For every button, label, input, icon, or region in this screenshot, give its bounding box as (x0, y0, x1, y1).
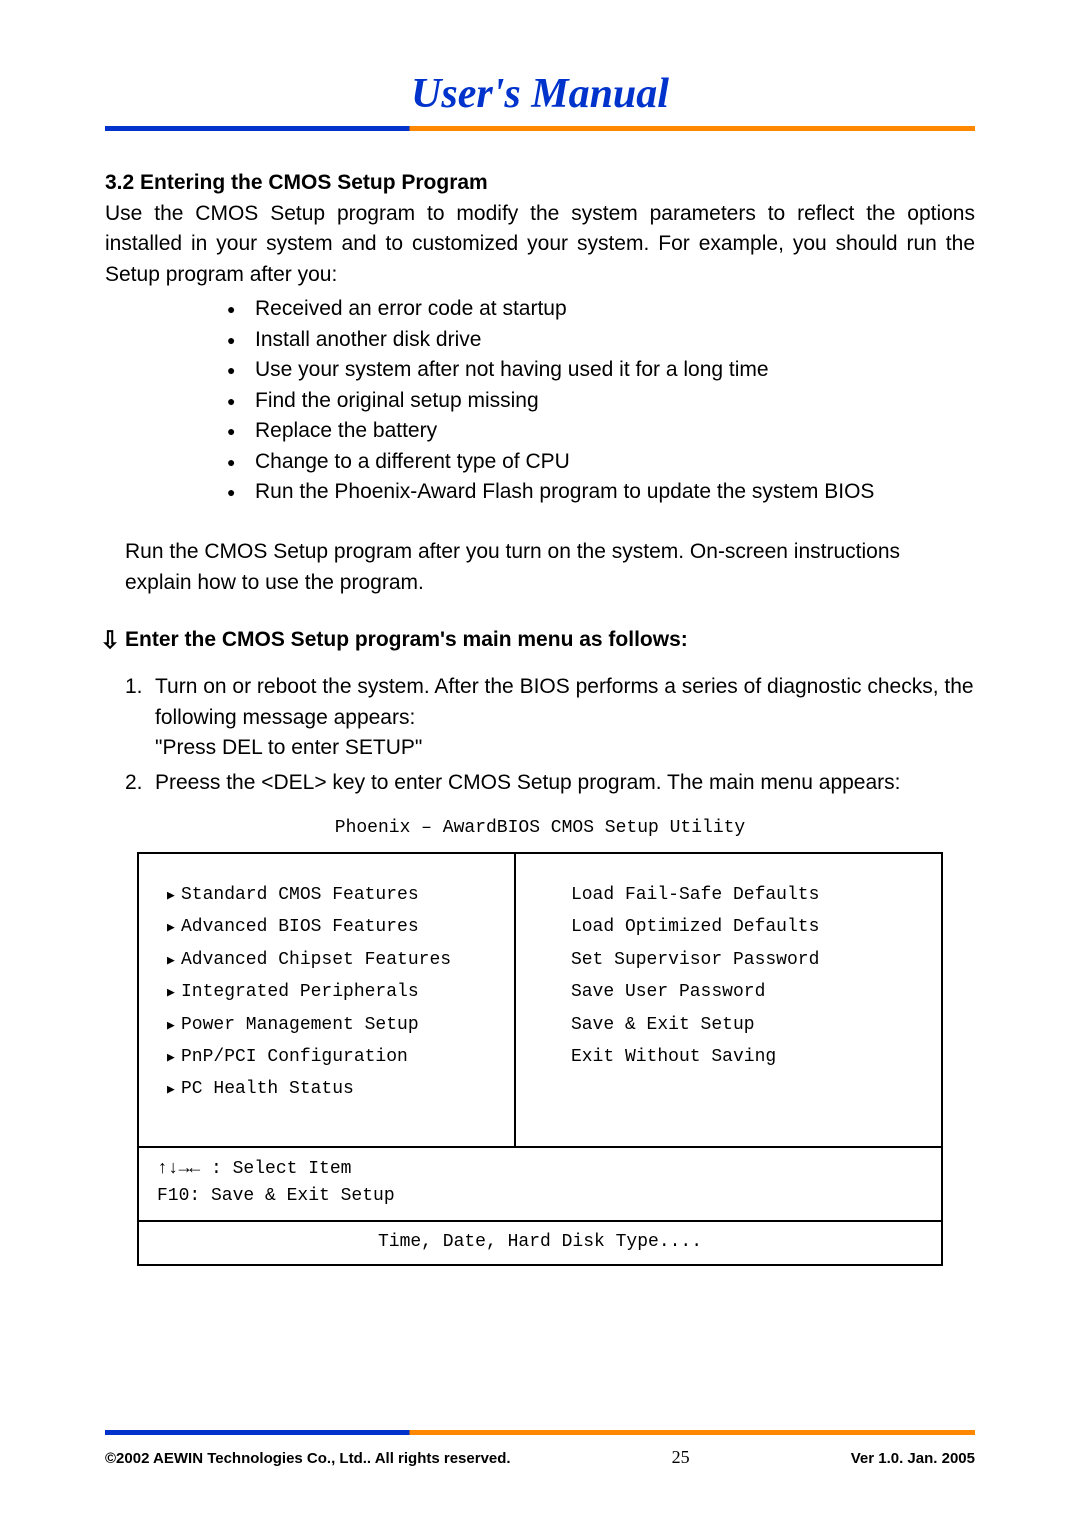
list-item: 1. Turn on or reboot the system. After t… (125, 672, 975, 763)
list-item: Find the original setup missing (255, 386, 975, 416)
bios-menu-label: Power Management Setup (181, 1015, 419, 1035)
page-footer: ©2002 AEWIN Technologies Co., Ltd.. All … (105, 1430, 975, 1468)
down-arrow-icon: ⇩ (100, 626, 120, 655)
bios-menu-item: Load Fail-Safe Defaults (571, 879, 921, 911)
list-item: Run the Phoenix-Award Flash program to u… (255, 477, 975, 507)
bios-menu-item: ▶Power Management Setup (167, 1009, 494, 1041)
run-paragraph: Run the CMOS Setup program after you tur… (105, 537, 975, 598)
bios-menu-label: Standard CMOS Features (181, 885, 419, 905)
bios-menu-left-column: ▶Standard CMOS Features ▶Advanced BIOS F… (139, 854, 516, 1146)
bios-menu-item: ▶PC Health Status (167, 1073, 494, 1105)
bios-menu-label: Advanced Chipset Features (181, 950, 451, 970)
intro-paragraph: Use the CMOS Setup program to modify the… (105, 199, 975, 290)
bios-menu-item: Save & Exit Setup (571, 1009, 921, 1041)
sub-heading: ⇩ Enter the CMOS Setup program's main me… (105, 628, 975, 652)
footer-copyright: ©2002 AEWIN Technologies Co., Ltd.. All … (105, 1450, 511, 1467)
run-paragraph-line1: Run the CMOS Setup program after you tur… (125, 540, 900, 563)
list-item: Received an error code at startup (255, 294, 975, 324)
list-item: Install another disk drive (255, 325, 975, 355)
sub-heading-text: Enter the CMOS Setup program's main menu… (125, 628, 688, 651)
bios-help-line: ↑↓→← : Select Item (157, 1156, 923, 1183)
triangle-right-icon: ▶ (167, 1014, 181, 1037)
triangle-right-icon: ▶ (167, 949, 181, 972)
footer-version: Ver 1.0. Jan. 2005 (851, 1450, 975, 1467)
step-quote: "Press DEL to enter SETUP" (155, 733, 975, 763)
list-item: Change to a different type of CPU (255, 447, 975, 477)
bios-menu-item: Set Supervisor Password (571, 944, 921, 976)
footer-rule (105, 1430, 975, 1435)
bios-description-bar: Time, Date, Hard Disk Type.... (139, 1222, 941, 1264)
triangle-right-icon: ▶ (167, 981, 181, 1004)
bios-menu-item: Load Optimized Defaults (571, 911, 921, 943)
bios-menu-item: Exit Without Saving (571, 1041, 921, 1073)
triangle-right-icon: ▶ (167, 884, 181, 907)
numbered-list: 1. Turn on or reboot the system. After t… (105, 672, 975, 798)
bios-menu-item: ▶Standard CMOS Features (167, 879, 494, 911)
bios-menu-label: PnP/PCI Configuration (181, 1047, 408, 1067)
title-rule (105, 126, 975, 131)
bios-menu-right-column: Load Fail-Safe Defaults Load Optimized D… (516, 854, 941, 1146)
bios-menu-item: ▶PnP/PCI Configuration (167, 1041, 494, 1073)
bios-menu-item: Save User Password (571, 976, 921, 1008)
triangle-right-icon: ▶ (167, 1078, 181, 1101)
bios-menu-top: ▶Standard CMOS Features ▶Advanced BIOS F… (139, 854, 941, 1148)
bios-menu-label: Integrated Peripherals (181, 982, 419, 1002)
bios-menu-label: PC Health Status (181, 1079, 354, 1099)
bios-help-bar: ↑↓→← : Select Item F10: Save & Exit Setu… (139, 1148, 941, 1222)
step-text: Turn on or reboot the system. After the … (155, 675, 974, 728)
list-item: Replace the battery (255, 416, 975, 446)
page-number: 25 (672, 1447, 690, 1468)
step-number: 1. (125, 672, 143, 702)
run-paragraph-line2: explain how to use the program. (125, 571, 424, 594)
bios-menu-box: ▶Standard CMOS Features ▶Advanced BIOS F… (137, 852, 943, 1266)
step-number: 2. (125, 768, 143, 798)
bullet-list: Received an error code at startup Instal… (105, 294, 975, 507)
step-text: Preess the <DEL> key to enter CMOS Setup… (155, 771, 901, 794)
list-item: 2. Preess the <DEL> key to enter CMOS Se… (125, 768, 975, 798)
bios-menu-item: ▶Integrated Peripherals (167, 976, 494, 1008)
triangle-right-icon: ▶ (167, 1046, 181, 1069)
bios-title: Phoenix – AwardBIOS CMOS Setup Utility (105, 818, 975, 838)
section-heading: 3.2 Entering the CMOS Setup Program (105, 171, 975, 195)
bios-menu-item: ▶Advanced BIOS Features (167, 911, 494, 943)
bios-menu-label: Advanced BIOS Features (181, 917, 419, 937)
list-item: Use your system after not having used it… (255, 355, 975, 385)
triangle-right-icon: ▶ (167, 916, 181, 939)
page-title: User's Manual (105, 70, 975, 118)
bios-menu-item: ▶Advanced Chipset Features (167, 944, 494, 976)
bios-help-line: F10: Save & Exit Setup (157, 1183, 923, 1210)
